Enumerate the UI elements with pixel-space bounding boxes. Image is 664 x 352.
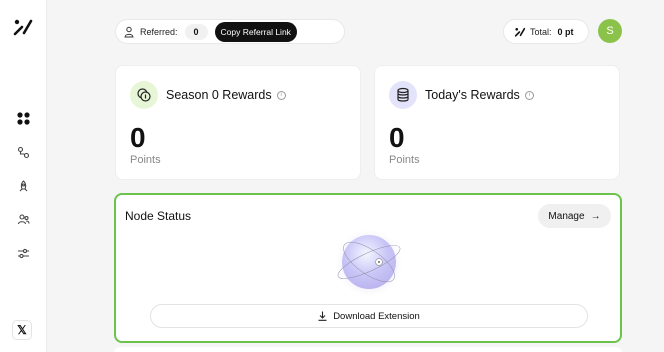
- download-icon: [318, 311, 327, 321]
- next-card-edge: [114, 347, 622, 352]
- download-extension-button[interactable]: Download Extension: [150, 304, 588, 328]
- users-icon: [17, 213, 30, 224]
- top-bar: Referred: 0 Copy Referral Link Total: 0 …: [47, 0, 664, 60]
- sidebar-item-dashboard[interactable]: [13, 108, 33, 128]
- brand-mark-icon: [514, 27, 526, 37]
- info-icon[interactable]: i: [276, 90, 286, 100]
- total-label: Total:: [530, 26, 552, 37]
- season-rewards-unit: Points: [130, 154, 161, 166]
- todays-rewards-card: Today's Rewards i 0 Points: [374, 65, 620, 180]
- x-social-link[interactable]: 𝕏: [12, 320, 32, 340]
- manage-label: Manage: [548, 210, 585, 222]
- sidebar-item-settings[interactable]: [13, 243, 33, 263]
- referred-count: 0: [184, 23, 208, 40]
- todays-rewards-title: Today's Rewards i: [425, 88, 534, 102]
- sidebar-item-users[interactable]: [13, 209, 33, 229]
- grid-icon: [16, 111, 30, 125]
- total-points-pill: Total: 0 pt: [503, 19, 589, 44]
- node-status-title: Node Status: [125, 209, 192, 223]
- total-value: 0 pt: [557, 26, 574, 37]
- season-rewards-card: Season 0 Rewards i 0 Points: [115, 65, 361, 180]
- arrow-right-icon: →: [590, 210, 601, 222]
- todays-rewards-label: Today's Rewards: [425, 88, 520, 102]
- manage-button[interactable]: Manage →: [538, 204, 611, 228]
- referred-label: Referred:: [140, 26, 178, 37]
- todays-rewards-unit: Points: [389, 154, 420, 166]
- todays-rewards-value: 0: [389, 122, 405, 153]
- person-icon: [124, 26, 134, 37]
- season-rewards-label: Season 0 Rewards: [166, 88, 272, 102]
- season-rewards-value: 0: [130, 122, 146, 153]
- rocket-icon: [19, 179, 27, 191]
- sidebar: 𝕏: [0, 0, 47, 352]
- database-icon: [389, 81, 417, 109]
- referral-pill: Referred: 0 Copy Referral Link: [115, 19, 345, 44]
- nodes-icon: [17, 146, 29, 158]
- avatar[interactable]: S: [598, 19, 622, 43]
- brand-logo-icon[interactable]: [12, 16, 34, 38]
- node-status-card: Node Status Manage → Download Extension: [114, 193, 622, 343]
- x-logo-icon: 𝕏: [17, 323, 27, 337]
- sliders-icon: [17, 248, 29, 258]
- coins-icon: [130, 81, 158, 109]
- avatar-initial: S: [606, 25, 614, 37]
- node-orb-illustration: [329, 229, 409, 297]
- info-icon[interactable]: i: [524, 90, 534, 100]
- sidebar-item-launch[interactable]: [13, 176, 33, 196]
- copy-referral-button[interactable]: Copy Referral Link: [214, 21, 297, 42]
- season-rewards-title: Season 0 Rewards i: [166, 88, 286, 102]
- download-extension-label: Download Extension: [333, 310, 420, 322]
- sidebar-item-nodes[interactable]: [13, 142, 33, 162]
